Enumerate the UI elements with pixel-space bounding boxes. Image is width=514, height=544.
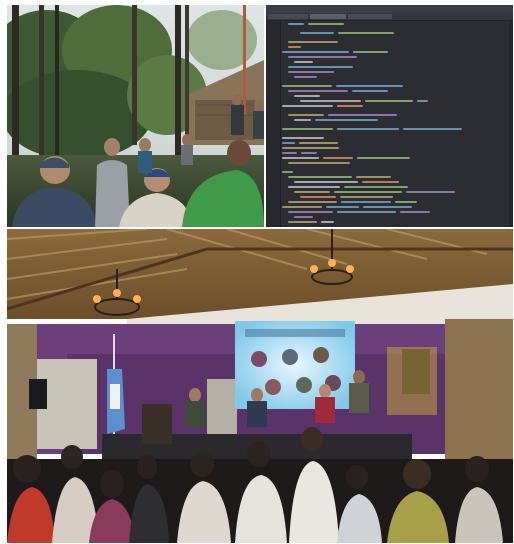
code-line-segment [294, 216, 313, 218]
line-number-gutter [266, 21, 281, 227]
code-line-segment [288, 66, 353, 68]
code-line-segment [352, 90, 388, 92]
code-line-segment [315, 119, 378, 121]
code-line-segment [337, 128, 399, 130]
code-line-segment [326, 206, 359, 208]
code-line-segment [300, 100, 361, 102]
code-line-segment [288, 211, 333, 213]
code-line-segment [344, 186, 408, 188]
code-line-segment [417, 100, 428, 102]
code-line-segment [357, 157, 410, 159]
code-line-segment [300, 196, 336, 198]
code-line-segment [294, 181, 358, 183]
code-line-segment [282, 51, 349, 53]
code-line-segment [282, 152, 297, 154]
code-line-segment [337, 105, 363, 107]
code-line-segment [323, 157, 353, 159]
code-line-segment [288, 221, 317, 223]
code-line-segment [282, 147, 339, 149]
code-line-segment [337, 211, 396, 213]
code-line-segment [288, 56, 357, 58]
code-line-segment [282, 85, 332, 87]
forest-field-visit-photo [7, 5, 264, 227]
code-line-segment [282, 157, 319, 159]
code-line-segment [282, 128, 333, 130]
code-line-segment [406, 191, 455, 193]
code-line-segment [294, 76, 317, 78]
code-line-segment [282, 171, 293, 173]
code-line-segment [294, 61, 313, 63]
code-line-segment [288, 114, 324, 116]
code-text-area [282, 23, 509, 225]
code-line-segment [288, 162, 350, 164]
code-line-segment [288, 71, 334, 73]
code-line-segment [321, 221, 334, 223]
conference-scene [7, 229, 513, 543]
code-line-segment [288, 46, 301, 48]
code-line-segment [403, 128, 462, 130]
conference-panel-photo [7, 229, 513, 543]
code-editor-screenshot [266, 5, 513, 227]
code-line-segment [288, 176, 352, 178]
code-line-segment [363, 206, 412, 208]
code-line-segment [282, 142, 295, 144]
code-line-segment [294, 119, 311, 121]
code-line-segment [341, 201, 391, 203]
code-line-segment [282, 137, 324, 139]
code-line-segment [336, 85, 403, 87]
code-line-segment [334, 191, 402, 193]
code-line-segment [395, 201, 417, 203]
code-line-segment [288, 186, 340, 188]
code-line-segment [282, 206, 322, 208]
code-line-segment [362, 181, 399, 183]
code-line-segment [356, 176, 391, 178]
forest-scene [7, 5, 264, 227]
code-line-segment [294, 191, 330, 193]
code-line-segment [299, 142, 338, 144]
code-line-segment [294, 95, 320, 97]
editor-menubar [266, 5, 513, 20]
code-line-segment [353, 51, 388, 53]
code-line-segment [282, 105, 333, 107]
code-line-segment [288, 201, 337, 203]
code-line-segment [365, 100, 413, 102]
code-line-segment [288, 90, 348, 92]
code-line-segment [300, 32, 334, 34]
code-line-segment [338, 32, 394, 34]
code-line-segment [288, 23, 304, 25]
editor-minimap [509, 21, 513, 227]
code-line-segment [328, 114, 397, 116]
code-line-segment [288, 41, 338, 43]
code-line-segment [301, 152, 317, 154]
code-line-segment [308, 23, 344, 25]
editor-tabbar [266, 13, 513, 21]
code-line-segment [400, 211, 430, 213]
code-line-segment [340, 196, 393, 198]
